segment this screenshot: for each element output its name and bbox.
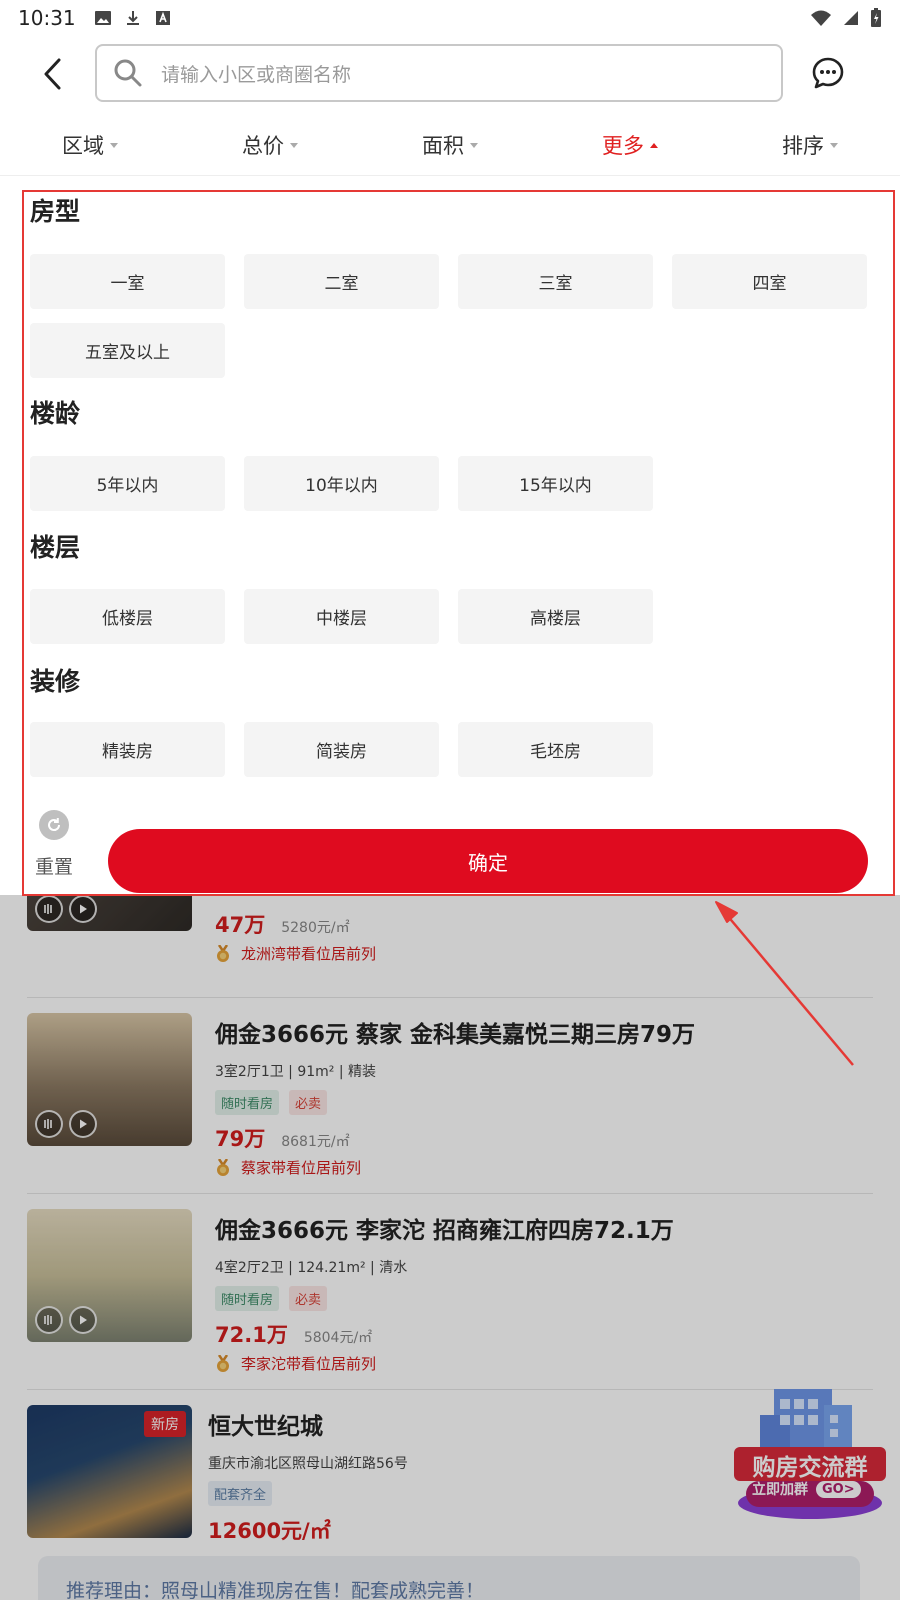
back-arrow-icon [44,58,61,90]
caret-down-icon [470,142,478,148]
dim-overlay[interactable] [0,895,900,1600]
header: 请输入小区或商圈名称 [0,36,900,110]
tab-label: 排序 [782,134,824,158]
font-icon [155,11,170,25]
tab-label: 更多 [602,134,644,158]
tab-area[interactable]: 面积 [422,130,478,160]
caret-down-icon [830,142,838,148]
caret-up-icon [650,142,658,148]
tab-region[interactable]: 区域 [62,130,118,160]
tab-sort[interactable]: 排序 [782,130,838,160]
tab-label: 总价 [242,134,284,158]
search-placeholder: 请输入小区或商圈名称 [161,63,352,86]
tab-total-price[interactable]: 总价 [242,130,298,160]
caret-down-icon [110,142,118,148]
status-time: 10:31 [18,6,76,30]
tab-label: 面积 [422,134,464,158]
tab-more[interactable]: 更多 [602,130,658,160]
tab-label: 区域 [62,134,104,158]
battery-icon [871,8,881,27]
status-bar: 10:31 [0,0,900,36]
message-button[interactable] [808,53,848,93]
chat-bubble-icon [812,57,844,89]
signal-icon [844,11,858,25]
caret-down-icon [290,142,298,148]
back-button[interactable] [32,54,72,94]
filter-tabs: 区域 总价 面积 更多 排序 [0,110,900,176]
download-icon [126,11,139,25]
wifi-icon [811,10,831,26]
image-icon [94,11,111,25]
search-icon [114,59,142,87]
search-input[interactable]: 请输入小区或商圈名称 [95,44,783,102]
annotation-highlight-box [22,190,895,896]
